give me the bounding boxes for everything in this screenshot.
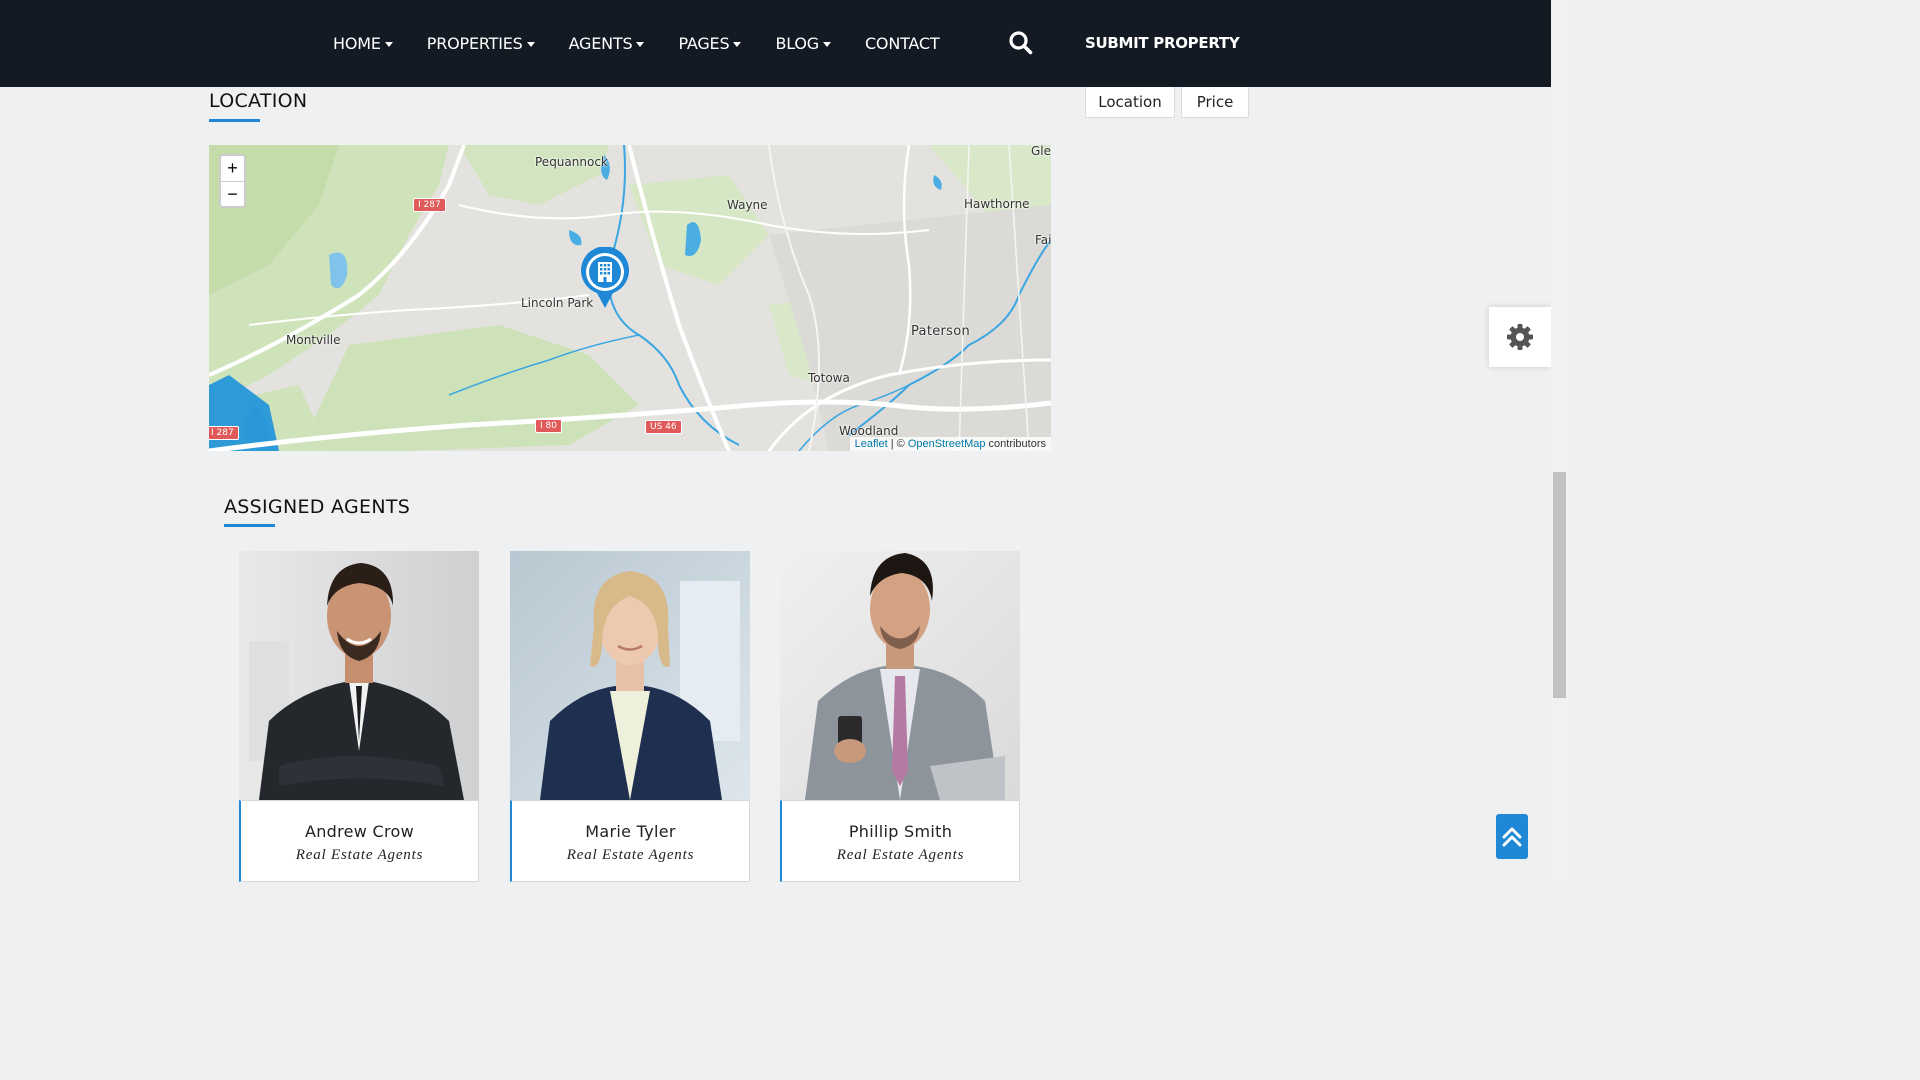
map-label-paterson: Paterson: [911, 324, 971, 339]
leaflet-link[interactable]: Leaflet: [855, 438, 888, 450]
property-marker[interactable]: [579, 246, 631, 309]
tab-price[interactable]: Price: [1181, 87, 1249, 118]
agent-photo[interactable]: [510, 551, 750, 800]
map-label-woodland: Woodland: [839, 424, 899, 438]
caret-down-icon: [526, 42, 535, 47]
caret-down-icon: [733, 42, 742, 47]
caret-down-icon: [636, 42, 645, 47]
search-icon[interactable]: [1008, 30, 1034, 56]
agent-card[interactable]: Phillip Smith Real Estate Agents: [780, 551, 1020, 882]
map-label-glen: Glen: [1031, 145, 1051, 158]
map-label-pequannock: Pequannock: [535, 155, 608, 169]
attribution-suffix: contributors: [985, 438, 1046, 450]
nav-item-blog[interactable]: BLOG: [775, 34, 831, 53]
title-underline: [209, 119, 260, 122]
agent-info: Phillip Smith Real Estate Agents: [780, 800, 1020, 882]
double-chevron-up-icon: [1502, 827, 1522, 846]
top-navbar: HOME PROPERTIES AGENTS PAGES BLOG CONTAC…: [0, 0, 1551, 87]
nav-item-label: PROPERTIES: [426, 34, 523, 53]
nav-item-label: CONTACT: [864, 34, 940, 53]
scrollbar-thumb[interactable]: [1553, 472, 1566, 698]
map-zoom-control: + −: [219, 154, 246, 208]
agent-photo[interactable]: [780, 551, 1020, 800]
agent-info: Marie Tyler Real Estate Agents: [510, 800, 750, 882]
back-to-top-button[interactable]: [1496, 814, 1528, 859]
agent-role: Real Estate Agents: [295, 847, 424, 863]
assigned-agents-title: ASSIGNED AGENTS: [224, 496, 411, 518]
highway-shield-us46: US 46: [645, 420, 682, 434]
nav-item-label: BLOG: [775, 34, 819, 53]
submit-property-button[interactable]: SUBMIT PROPERTY: [1085, 34, 1240, 52]
nav-item-contact[interactable]: CONTACT: [864, 34, 940, 53]
agent-name[interactable]: Andrew Crow: [241, 822, 478, 841]
location-title: LOCATION: [209, 90, 308, 112]
openstreetmap-link[interactable]: OpenStreetMap: [908, 438, 986, 450]
map-label-totowa: Totowa: [808, 371, 850, 385]
building-icon: [581, 246, 629, 308]
page-scrollbar[interactable]: [1551, 0, 1568, 882]
caret-down-icon: [822, 42, 831, 47]
title-underline: [224, 524, 275, 527]
map-label-hawthorne: Hawthorne: [964, 197, 1030, 211]
settings-toggle[interactable]: [1489, 307, 1551, 367]
map-label-montville: Montville: [286, 333, 341, 347]
agent-name[interactable]: Marie Tyler: [512, 822, 749, 841]
nav-item-agents[interactable]: AGENTS: [569, 34, 645, 53]
map-label-fair: Fai: [1035, 233, 1051, 247]
location-map[interactable]: Pequannock Wayne Hawthorne Glen Fai Linc…: [209, 145, 1051, 451]
nav-item-label: HOME: [333, 34, 381, 53]
agent-info: Andrew Crow Real Estate Agents: [239, 800, 479, 882]
nav-item-label: AGENTS: [568, 34, 633, 53]
nav-item-label: PAGES: [678, 34, 730, 53]
zoom-out-button[interactable]: −: [221, 181, 244, 206]
map-attribution: Leaflet | © OpenStreetMap contributors: [849, 437, 1051, 451]
highway-shield-i80: I 80: [535, 419, 562, 433]
zoom-in-button[interactable]: +: [221, 156, 244, 181]
agent-card[interactable]: Andrew Crow Real Estate Agents: [239, 551, 479, 882]
agent-role: Real Estate Agents: [836, 847, 965, 863]
nav-item-properties[interactable]: PROPERTIES: [427, 34, 535, 53]
highway-shield-i287: I 287: [209, 426, 239, 440]
tab-location[interactable]: Location: [1085, 87, 1175, 118]
gear-icon: [1507, 324, 1533, 350]
nav-item-home[interactable]: HOME: [333, 34, 393, 53]
agent-photo[interactable]: [239, 551, 479, 800]
attribution-separator: | ©: [887, 438, 908, 450]
agent-role: Real Estate Agents: [566, 847, 695, 863]
caret-down-icon: [384, 42, 393, 47]
map-label-wayne: Wayne: [727, 198, 768, 212]
highway-shield-i287: I 287: [413, 198, 446, 212]
agent-card[interactable]: Marie Tyler Real Estate Agents: [510, 551, 750, 882]
agent-name[interactable]: Phillip Smith: [782, 822, 1019, 841]
nav-item-pages[interactable]: PAGES: [678, 34, 742, 53]
main-nav: HOME PROPERTIES AGENTS PAGES BLOG CONTAC…: [333, 0, 973, 87]
